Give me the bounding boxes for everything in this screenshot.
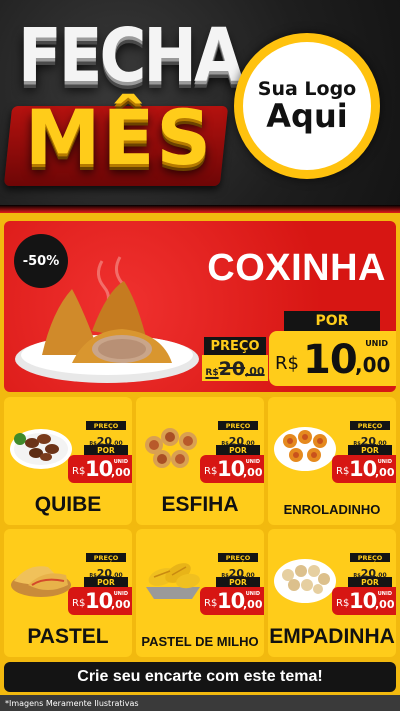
new-price-currency: R$ (72, 598, 86, 609)
old-price: R$20,00 (202, 355, 268, 381)
product-name: QUIBE (34, 493, 102, 516)
new-price: R$ 10 ,00 UNID (269, 331, 396, 386)
unit-label: UNID (365, 339, 388, 348)
discount-badge: -50% (14, 234, 68, 288)
unit-label: UNID (113, 459, 128, 465)
new-price-label: POR (84, 577, 128, 587)
new-price-label: POR (348, 577, 392, 587)
product-card-empadinha[interactable]: PREÇO R$20,00 POR R$ 10 ,00 UNID EMPADIN… (268, 529, 396, 657)
new-price-label: POR (284, 311, 380, 331)
pastel-image (11, 566, 71, 597)
product-card-pastel[interactable]: PREÇO R$20,00 POR R$ 10 ,00 UNID PASTEL (4, 529, 132, 657)
new-price-value: 10 (349, 457, 377, 481)
product-name: ENROLADINHO (283, 502, 381, 517)
product-name: PASTEL (27, 625, 109, 648)
logo-text-line2: Aqui (266, 97, 348, 136)
old-price-label: PREÇO (218, 553, 258, 562)
enroladinho-image (274, 427, 336, 471)
product-card-pastel-de-milho[interactable]: PREÇO R$20,00 POR R$ 10 ,00 UNID PASTEL … (136, 529, 264, 657)
title-mes: MÊS (24, 93, 214, 182)
new-price-currency: R$ (275, 353, 299, 374)
unit-label: UNID (113, 591, 128, 597)
new-price-cents: ,00 (355, 353, 391, 377)
old-price: R$20,00 (218, 430, 258, 448)
new-price-cents: ,00 (243, 598, 263, 611)
new-price-currency: R$ (204, 598, 218, 609)
new-price-value: 10 (349, 589, 377, 613)
new-price-cents: ,00 (111, 466, 131, 479)
esfiha-image (145, 428, 197, 468)
old-price-cents: ,00 (245, 365, 265, 378)
new-price-value: 10 (85, 457, 113, 481)
new-price-value: 10 (85, 589, 113, 613)
old-price-label: PREÇO (204, 337, 266, 355)
unit-label: UNID (245, 459, 260, 465)
product-card-enroladinho[interactable]: PREÇO R$20,00 POR R$ 10 ,00 UNID ENROLAD… (268, 397, 396, 525)
old-price-label: PREÇO (350, 421, 390, 430)
old-price-label: PREÇO (350, 553, 390, 562)
new-price-label: POR (216, 445, 260, 455)
old-price: R$20,00 (86, 562, 126, 580)
pastel-de-milho-image (146, 563, 200, 599)
new-price: R$ 10 ,00 UNID (68, 587, 132, 615)
new-price-cents: ,00 (111, 598, 131, 611)
empadinha-image (274, 559, 336, 603)
new-price-currency: R$ (72, 466, 86, 477)
new-price-cents: ,00 (243, 466, 263, 479)
new-price-label: POR (216, 577, 260, 587)
new-price-currency: R$ (204, 466, 218, 477)
new-price-label: POR (348, 445, 392, 455)
old-price: R$20,00 (350, 562, 390, 580)
title-fecha: FECHA (18, 14, 243, 100)
old-price: R$20,00 (218, 562, 258, 580)
product-name: PASTEL DE MILHO (141, 634, 259, 649)
new-price-cents: ,00 (375, 466, 395, 479)
old-price-label: PREÇO (86, 553, 126, 562)
disclaimer-text: *Imagens Meramente Ilustrativas (0, 695, 400, 711)
new-price: R$ 10 ,00 UNID (332, 587, 396, 615)
new-price: R$ 10 ,00 UNID (200, 455, 264, 483)
cta-banner[interactable]: Crie seu encarte com este tema! (4, 662, 396, 692)
header-banner: FECHA MÊS Sua Logo Aqui (0, 0, 400, 213)
featured-product-card[interactable]: -50% COXINHA PREÇO R$20,00 POR R$ 10 ,00… (4, 221, 396, 392)
product-card-esfiha[interactable]: PREÇO R$20,00 POR R$ 10 ,00 UNID ESFIHA (136, 397, 264, 525)
new-price: R$ 10 ,00 UNID (200, 587, 264, 615)
new-price-value: 10 (303, 337, 358, 383)
new-price: R$ 10 ,00 UNID (332, 455, 396, 483)
product-card-quibe[interactable]: PREÇO R$20,00 POR R$ 10 ,00 UNID QUIBE (4, 397, 132, 525)
new-price: R$ 10 ,00 UNID (68, 455, 132, 483)
new-price-label: POR (84, 445, 128, 455)
unit-label: UNID (377, 591, 392, 597)
new-price-value: 10 (217, 589, 245, 613)
new-price-value: 10 (217, 457, 245, 481)
unit-label: UNID (377, 459, 392, 465)
new-price-cents: ,00 (375, 598, 395, 611)
new-price-currency: R$ (336, 466, 350, 477)
logo-placeholder[interactable]: Sua Logo Aqui (234, 33, 380, 179)
old-price: R$20,00 (350, 430, 390, 448)
product-name: EMPADINHA (269, 625, 395, 648)
featured-product-name: COXINHA (207, 247, 386, 289)
old-price-currency: R$ (205, 368, 219, 378)
old-price-value: 20 (218, 358, 246, 380)
old-price-label: PREÇO (86, 421, 126, 430)
unit-label: UNID (245, 591, 260, 597)
old-price: R$20,00 (86, 430, 126, 448)
new-price-currency: R$ (336, 598, 350, 609)
old-price-label: PREÇO (218, 421, 258, 430)
product-name: ESFIHA (161, 493, 239, 516)
quibe-image (10, 429, 72, 469)
